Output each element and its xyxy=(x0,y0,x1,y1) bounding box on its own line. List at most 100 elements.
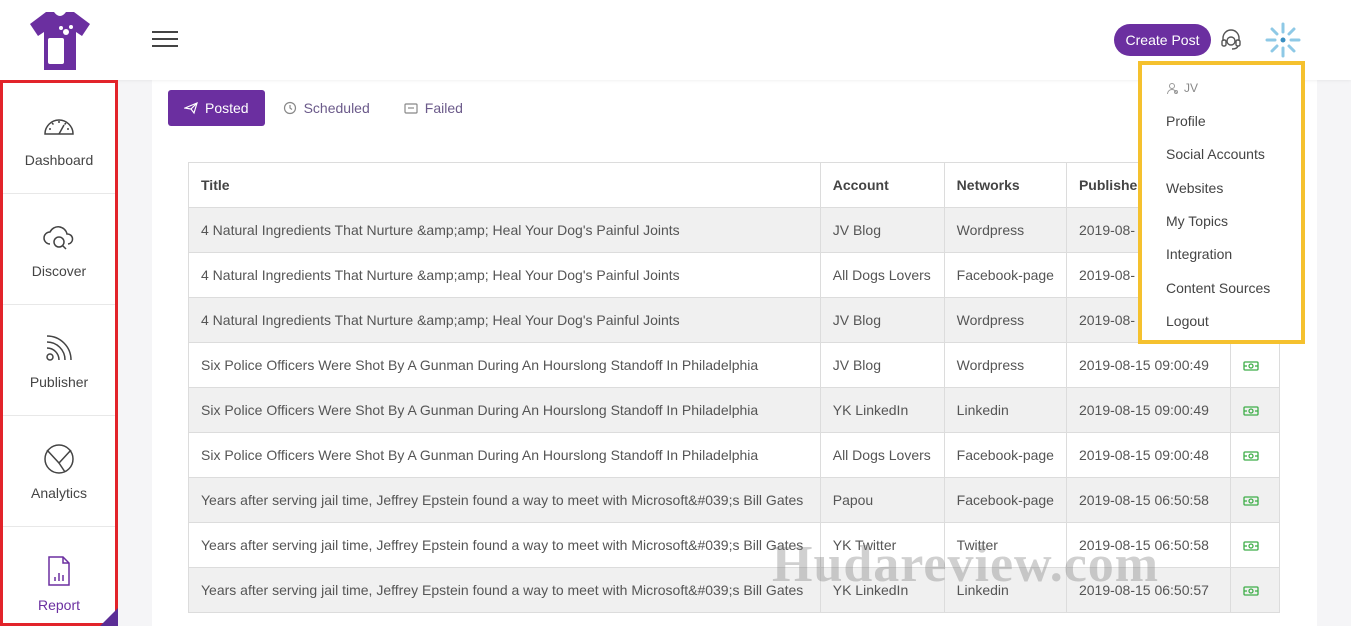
cell-network: Wordpress xyxy=(943,207,1067,253)
user-avatar-icon[interactable] xyxy=(1264,21,1302,59)
table-row[interactable]: Years after serving jail time, Jeffrey E… xyxy=(188,477,1280,523)
cell-action xyxy=(1230,387,1280,433)
tab-bar: Posted Scheduled Failed xyxy=(168,90,481,126)
cell-published: 2019-08-15 09:00:49 xyxy=(1065,387,1232,433)
create-post-button[interactable]: Create Post xyxy=(1114,24,1211,56)
table-row[interactable]: 4 Natural Ingredients That Nurture &amp;… xyxy=(188,297,1280,343)
view-eye-icon[interactable] xyxy=(1243,540,1260,552)
tab-label: Scheduled xyxy=(303,100,370,116)
cell-network: Wordpress xyxy=(943,342,1067,388)
tab-label: Posted xyxy=(205,100,249,116)
dropdown-user: JV xyxy=(1166,81,1198,95)
menu-item-logout[interactable]: Logout xyxy=(1166,313,1209,329)
cell-account: YK LinkedIn xyxy=(819,387,945,433)
view-eye-icon[interactable] xyxy=(1243,360,1260,372)
table-row[interactable]: Years after serving jail time, Jeffrey E… xyxy=(188,567,1280,613)
cell-title: Six Police Officers Were Shot By A Gunma… xyxy=(188,432,821,478)
sidebar-item-label: Analytics xyxy=(30,485,88,501)
cell-title: Years after serving jail time, Jeffrey E… xyxy=(188,477,821,523)
corner-decoration xyxy=(100,608,118,626)
cell-action xyxy=(1230,567,1280,613)
user-icon xyxy=(1167,82,1178,94)
menu-item-content-sources[interactable]: Content Sources xyxy=(1166,280,1270,296)
cell-title: 4 Natural Ingredients That Nurture &amp;… xyxy=(188,297,821,343)
paper-plane-icon xyxy=(184,101,198,115)
cell-account: All Dogs Lovers xyxy=(819,252,945,298)
cell-published: 2019-08-15 06:50:58 xyxy=(1065,477,1232,523)
tab-scheduled[interactable]: Scheduled xyxy=(267,90,386,126)
table-header-row: Title Account Networks Published xyxy=(188,162,1280,208)
cell-action xyxy=(1230,432,1280,478)
tab-label: Failed xyxy=(424,100,463,116)
hamburger-line xyxy=(152,31,178,33)
cell-account: Papou xyxy=(819,477,945,523)
cell-title: Six Police Officers Were Shot By A Gunma… xyxy=(188,342,821,388)
cell-account: YK Twitter xyxy=(819,522,945,568)
cell-network: Linkedin xyxy=(943,387,1067,433)
cell-network: Facebook-page xyxy=(943,252,1067,298)
menu-item-social-accounts[interactable]: Social Accounts xyxy=(1166,146,1265,162)
table-row[interactable]: Six Police Officers Were Shot By A Gunma… xyxy=(188,342,1280,388)
menu-item-websites[interactable]: Websites xyxy=(1166,180,1223,196)
view-eye-icon[interactable] xyxy=(1243,450,1260,462)
sidebar-item-publisher[interactable]: Publisher xyxy=(3,305,115,416)
user-dropdown-menu: JV Profile Social Accounts Websites My T… xyxy=(1138,61,1305,344)
cell-title: Years after serving jail time, Jeffrey E… xyxy=(188,567,821,613)
sidebar-item-label: Dashboard xyxy=(24,152,94,168)
speedometer-icon xyxy=(44,119,74,135)
menu-toggle-button[interactable] xyxy=(152,31,178,49)
headset-icon[interactable] xyxy=(1220,28,1242,52)
cell-title: Years after serving jail time, Jeffrey E… xyxy=(188,522,821,568)
cell-network: Facebook-page xyxy=(943,477,1067,523)
sidebar-item-label: Discover xyxy=(31,263,87,279)
cloud-search-icon xyxy=(43,226,74,250)
column-header-title[interactable]: Title xyxy=(188,162,821,208)
sidebar-item-dashboard[interactable]: Dashboard xyxy=(3,83,115,194)
column-header-account[interactable]: Account xyxy=(819,162,945,208)
cell-network: Facebook-page xyxy=(943,432,1067,478)
cell-title: Six Police Officers Were Shot By A Gunma… xyxy=(188,387,821,433)
cell-action xyxy=(1230,342,1280,388)
hamburger-line xyxy=(152,45,178,47)
cell-network: Linkedin xyxy=(943,567,1067,613)
cell-published: 2019-08-15 06:50:57 xyxy=(1065,567,1232,613)
alert-box-icon xyxy=(404,103,418,114)
sidebar-item-discover[interactable]: Discover xyxy=(3,194,115,305)
cell-action xyxy=(1230,522,1280,568)
cell-account: YK LinkedIn xyxy=(819,567,945,613)
cell-account: All Dogs Lovers xyxy=(819,432,945,478)
cell-title: 4 Natural Ingredients That Nurture &amp;… xyxy=(188,207,821,253)
view-eye-icon[interactable] xyxy=(1243,495,1260,507)
view-eye-icon[interactable] xyxy=(1243,405,1260,417)
rss-icon xyxy=(46,335,72,361)
table-row[interactable]: Six Police Officers Were Shot By A Gunma… xyxy=(188,387,1280,433)
table-row[interactable]: 4 Natural Ingredients That Nurture &amp;… xyxy=(188,252,1280,298)
cell-account: JV Blog xyxy=(819,342,945,388)
chart-circle-icon xyxy=(44,444,74,474)
table-row[interactable]: Years after serving jail time, Jeffrey E… xyxy=(188,522,1280,568)
cell-published: 2019-08-15 09:00:49 xyxy=(1065,342,1232,388)
sidebar-item-report[interactable]: Report xyxy=(3,527,115,626)
sidebar-item-label: Publisher xyxy=(29,374,89,390)
report-icon xyxy=(48,555,70,586)
view-eye-icon[interactable] xyxy=(1243,585,1260,597)
tab-failed[interactable]: Failed xyxy=(388,90,479,126)
table-row[interactable]: Six Police Officers Were Shot By A Gunma… xyxy=(188,432,1280,478)
hamburger-line xyxy=(152,38,178,40)
menu-item-my-topics[interactable]: My Topics xyxy=(1166,213,1228,229)
sidebar: Dashboard Discover Publisher Analytics R… xyxy=(0,80,118,626)
menu-item-profile[interactable]: Profile xyxy=(1166,113,1206,129)
column-header-networks[interactable]: Networks xyxy=(943,162,1067,208)
cell-account: JV Blog xyxy=(819,297,945,343)
cell-network: Twitter xyxy=(943,522,1067,568)
tab-posted[interactable]: Posted xyxy=(168,90,265,126)
cell-published: 2019-08-15 06:50:58 xyxy=(1065,522,1232,568)
menu-item-integration[interactable]: Integration xyxy=(1166,246,1232,262)
logo-tshirt-icon[interactable] xyxy=(28,8,92,72)
sidebar-item-analytics[interactable]: Analytics xyxy=(3,416,115,527)
sidebar-item-label: Report xyxy=(37,596,81,613)
table-row[interactable]: 4 Natural Ingredients That Nurture &amp;… xyxy=(188,207,1280,253)
clock-icon xyxy=(283,101,296,115)
cell-title: 4 Natural Ingredients That Nurture &amp;… xyxy=(188,252,821,298)
cell-action xyxy=(1230,477,1280,523)
